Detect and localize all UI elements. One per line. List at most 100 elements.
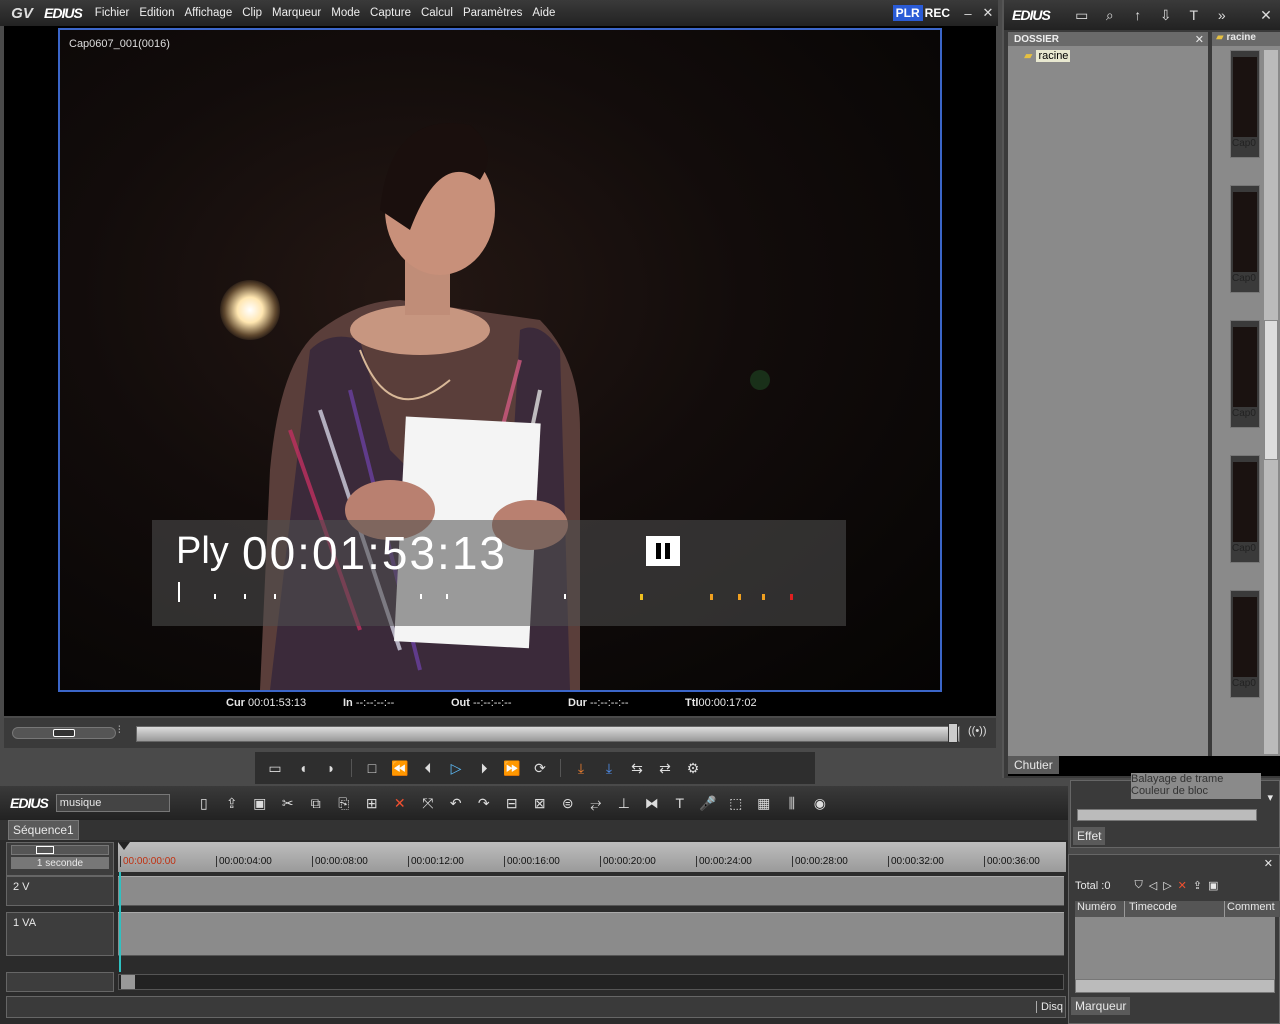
- fast-forward-icon[interactable]: ⏩: [500, 756, 524, 780]
- overwrite-to-timeline-icon[interactable]: ⤓: [597, 756, 621, 780]
- title-icon[interactable]: T: [1182, 3, 1206, 27]
- video-preview[interactable]: Cap0607_001(0016) Ply 00:01:53:13: [58, 28, 942, 692]
- jog-icon[interactable]: ⫶: [118, 725, 121, 736]
- minimize-icon[interactable]: –: [958, 6, 978, 21]
- next-marker-icon[interactable]: ▷: [1163, 879, 1171, 892]
- effect-item[interactable]: Balayage de trame: [1131, 773, 1261, 785]
- root-folder[interactable]: racine: [1036, 49, 1071, 62]
- more-icon[interactable]: »: [1210, 3, 1234, 27]
- ripple-icon[interactable]: ⥂: [584, 791, 608, 815]
- mark-out-icon[interactable]: ◗: [319, 756, 343, 780]
- marker-tab[interactable]: Marqueur: [1071, 997, 1131, 1015]
- mixer-icon[interactable]: ⫼: [780, 791, 804, 815]
- replace-icon[interactable]: ⊞: [360, 791, 384, 815]
- menu-6[interactable]: Capture: [370, 7, 411, 19]
- mark-in-icon[interactable]: ◖: [291, 756, 315, 780]
- position-slider[interactable]: [136, 726, 960, 742]
- menu-2[interactable]: Affichage: [184, 7, 232, 19]
- grid-icon[interactable]: ▦: [752, 791, 776, 815]
- sync-icon[interactable]: ⊜: [556, 791, 580, 815]
- search-icon[interactable]: ⌕: [1098, 3, 1122, 27]
- undo-icon[interactable]: ↶: [444, 791, 468, 815]
- menu-bar: GV EDIUS Fichier Edition Affichage Clip Marq…: [0, 0, 998, 26]
- match-frame-icon[interactable]: ⇄: [653, 756, 677, 780]
- stop-icon[interactable]: □: [360, 756, 384, 780]
- menu-3[interactable]: Clip: [242, 7, 262, 19]
- copy-icon[interactable]: ⧉: [304, 791, 328, 815]
- menu-9[interactable]: Aide: [532, 7, 555, 19]
- loop-icon[interactable]: ⟳: [528, 756, 552, 780]
- paste-icon[interactable]: ⎘: [332, 791, 356, 815]
- menu-8[interactable]: Paramètres: [463, 7, 522, 19]
- col-comment[interactable]: Comment: [1225, 901, 1275, 917]
- marker-close-icon[interactable]: ✕: [1264, 857, 1273, 870]
- disk-status: Disq: [1035, 1001, 1063, 1013]
- save-icon[interactable]: ▣: [248, 791, 272, 815]
- project-name[interactable]: musique: [55, 794, 170, 812]
- time-ruler[interactable]: 00:00:00:00 00:00:04:00 00:00:08:00 00:00:1…: [118, 842, 1066, 872]
- close-icon[interactable]: ✕: [978, 5, 998, 21]
- delete-icon[interactable]: ✕: [388, 791, 412, 815]
- bin-close-icon[interactable]: ✕: [1254, 3, 1278, 27]
- menu-0[interactable]: Fichier: [95, 7, 130, 19]
- insert-to-timeline-icon[interactable]: ⤓: [569, 756, 593, 780]
- sequence-tab[interactable]: Séquence1: [8, 820, 79, 840]
- playhead-marker[interactable]: [118, 842, 130, 850]
- step-back-icon[interactable]: ⏴: [416, 756, 440, 780]
- shuttle-slider[interactable]: [12, 727, 116, 739]
- title-create-icon[interactable]: T: [668, 791, 692, 815]
- folder-icon[interactable]: ▭: [1070, 3, 1094, 27]
- snap-icon[interactable]: ⊥: [612, 791, 636, 815]
- menu-1[interactable]: Edition: [139, 7, 174, 19]
- track-lane[interactable]: [118, 876, 1064, 906]
- overwrite-mode-icon[interactable]: ⊠: [528, 791, 552, 815]
- import-marker-icon[interactable]: ⇪: [1193, 879, 1202, 892]
- open-icon[interactable]: ⇪: [220, 791, 244, 815]
- up-folder-icon[interactable]: ↑: [1126, 3, 1150, 27]
- menu-7[interactable]: Calcul: [421, 7, 453, 19]
- folder-close-icon[interactable]: ✕: [1195, 33, 1204, 46]
- render-icon[interactable]: ⬚: [724, 791, 748, 815]
- new-icon[interactable]: ▯: [192, 791, 216, 815]
- effect-tab[interactable]: Effet: [1073, 827, 1106, 845]
- tape-icon[interactable]: ▭: [263, 756, 287, 780]
- menu-4[interactable]: Marqueur: [272, 7, 321, 19]
- ruler-tick: 00:00:28:00: [792, 856, 848, 867]
- menu-5[interactable]: Mode: [331, 7, 360, 19]
- redo-icon[interactable]: ↷: [472, 791, 496, 815]
- import-icon[interactable]: ⇩: [1154, 3, 1178, 27]
- export-marker-icon[interactable]: ▣: [1208, 879, 1218, 892]
- plr-button[interactable]: PLR: [892, 5, 923, 21]
- track-lane[interactable]: [118, 912, 1064, 956]
- timeline-scrollbar[interactable]: [118, 974, 1064, 990]
- clip-pane-tab[interactable]: racine: [1226, 32, 1255, 43]
- audio-scrub-icon[interactable]: ((•)): [968, 725, 987, 737]
- effect-item[interactable]: Couleur de bloc: [1131, 785, 1261, 799]
- effect-scroll-down-icon[interactable]: ▾: [1267, 791, 1273, 804]
- cut-icon[interactable]: ✂: [276, 791, 300, 815]
- vectorscope-icon[interactable]: ◉: [808, 791, 832, 815]
- ripple-delete-icon[interactable]: ⤧: [416, 791, 440, 815]
- export-icon[interactable]: ⇆: [625, 756, 649, 780]
- bin-tab[interactable]: Chutier: [1008, 756, 1059, 774]
- prev-marker-icon[interactable]: ◁: [1149, 879, 1157, 892]
- rewind-icon[interactable]: ⏪: [388, 756, 412, 780]
- microphone-icon[interactable]: 🎤: [696, 791, 720, 815]
- track-header[interactable]: 2 V: [6, 876, 114, 906]
- play-icon[interactable]: ▷: [444, 756, 468, 780]
- zoom-level[interactable]: 1 seconde: [37, 858, 83, 869]
- position-handle[interactable]: [948, 723, 958, 743]
- status-bar: Disq: [6, 996, 1066, 1018]
- capture-options-icon[interactable]: ⚙: [681, 756, 705, 780]
- zoom-slider[interactable]: [11, 845, 109, 855]
- ruler-tick: 00:00:00:00: [120, 856, 176, 867]
- clear-marker-icon[interactable]: ✕: [1178, 879, 1187, 892]
- group-icon[interactable]: ⧓: [640, 791, 664, 815]
- step-forward-icon[interactable]: ⏵: [472, 756, 496, 780]
- col-numero[interactable]: Numéro: [1075, 901, 1125, 917]
- col-timecode[interactable]: Timecode: [1125, 901, 1225, 917]
- rec-button[interactable]: REC: [925, 6, 950, 20]
- insert-mode-icon[interactable]: ⊟: [500, 791, 524, 815]
- track-header[interactable]: 1 VA: [6, 912, 114, 956]
- add-marker-icon[interactable]: ⛉: [1134, 879, 1142, 892]
